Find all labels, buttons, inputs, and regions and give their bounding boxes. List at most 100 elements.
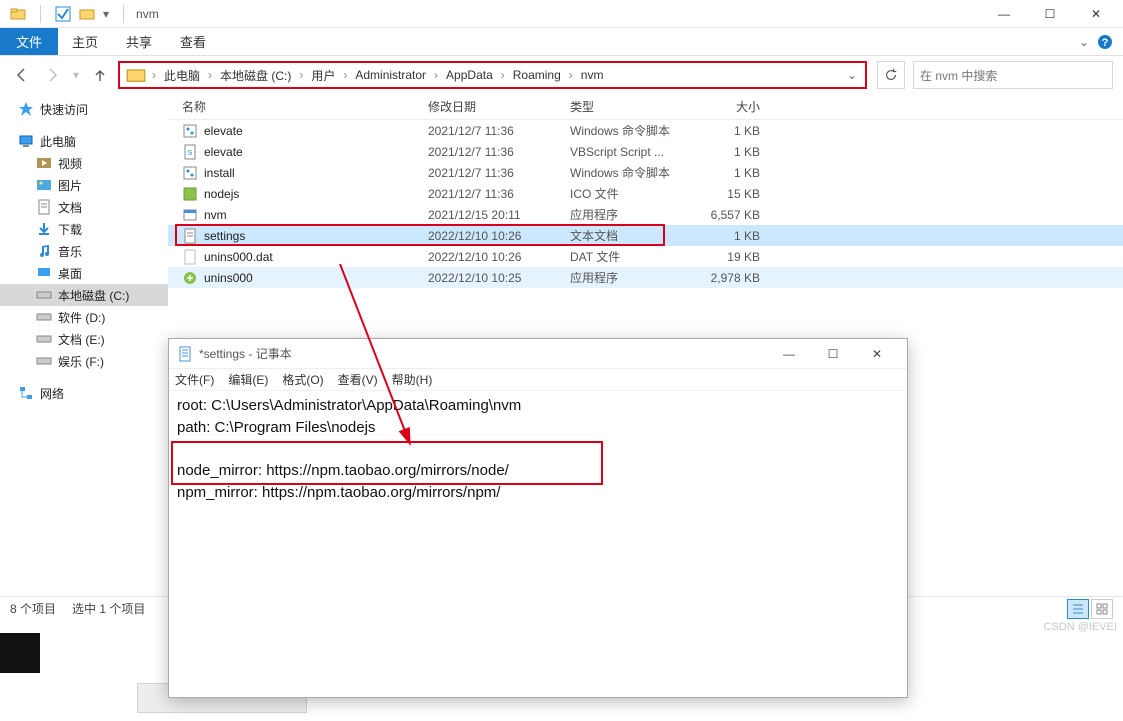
- breadcrumb-seg[interactable]: Roaming: [507, 68, 567, 82]
- col-type[interactable]: 类型: [570, 98, 690, 115]
- file-row[interactable]: nodejs2021/12/7 11:36ICO 文件15 KB: [168, 183, 1123, 204]
- file-date: 2021/12/15 20:11: [428, 208, 570, 222]
- sidebar-network[interactable]: 网络: [0, 382, 168, 404]
- help-icon[interactable]: ?: [1097, 34, 1113, 50]
- up-button[interactable]: [88, 63, 112, 87]
- music-icon: [36, 243, 52, 259]
- network-icon: [18, 385, 34, 401]
- view-icons-button[interactable]: [1091, 599, 1113, 619]
- column-headers[interactable]: 名称 修改日期 类型 大小: [168, 94, 1123, 120]
- menu-format[interactable]: 格式(O): [282, 371, 323, 388]
- file-type: ICO 文件: [570, 185, 690, 202]
- chevron-right-icon[interactable]: ›: [499, 68, 507, 82]
- notepad-close-button[interactable]: ✕: [855, 339, 899, 369]
- col-name[interactable]: 名称: [182, 98, 428, 115]
- notepad-minimize-button[interactable]: —: [767, 339, 811, 369]
- breadcrumb-seg[interactable]: 用户: [305, 67, 341, 84]
- file-date: 2022/12/10 10:25: [428, 271, 570, 285]
- chevron-right-icon[interactable]: ›: [150, 68, 158, 82]
- chevron-right-icon[interactable]: ›: [432, 68, 440, 82]
- chevron-right-icon[interactable]: ›: [567, 68, 575, 82]
- breadcrumb-seg[interactable]: AppData: [440, 68, 499, 82]
- file-row[interactable]: settings2022/12/10 10:26文本文档1 KB: [168, 225, 1123, 246]
- file-date: 2022/12/10 10:26: [428, 229, 570, 243]
- file-row[interactable]: unins0002022/12/10 10:25应用程序2,978 KB: [168, 267, 1123, 288]
- address-bar[interactable]: › 此电脑› 本地磁盘 (C:)› 用户› Administrator› App…: [118, 61, 867, 89]
- notepad-menu: 文件(F) 编辑(E) 格式(O) 查看(V) 帮助(H): [169, 369, 907, 391]
- tab-home[interactable]: 主页: [58, 28, 112, 55]
- file-icon: [182, 186, 198, 202]
- file-row[interactable]: install2021/12/7 11:36Windows 命令脚本1 KB: [168, 162, 1123, 183]
- sidebar-item-label: 本地磁盘 (C:): [58, 287, 129, 304]
- tab-share[interactable]: 共享: [112, 28, 166, 55]
- sidebar-item-label: 下载: [58, 221, 82, 238]
- refresh-button[interactable]: [877, 61, 905, 89]
- address-dropdown-icon[interactable]: ⌄: [841, 68, 863, 82]
- file-row[interactable]: nvm2021/12/15 20:11应用程序6,557 KB: [168, 204, 1123, 225]
- search-placeholder: 在 nvm 中搜索: [920, 67, 997, 84]
- back-button[interactable]: [10, 63, 34, 87]
- sidebar-item-videos[interactable]: 视频: [0, 152, 168, 174]
- sidebar-item-music[interactable]: 音乐: [0, 240, 168, 262]
- menu-view[interactable]: 查看(V): [338, 371, 378, 388]
- sidebar-item-drive-e[interactable]: 文档 (E:): [0, 328, 168, 350]
- sidebar-item-drive-c[interactable]: 本地磁盘 (C:): [0, 284, 168, 306]
- pc-icon: [18, 133, 34, 149]
- close-button[interactable]: ✕: [1073, 0, 1119, 28]
- col-date[interactable]: 修改日期: [428, 98, 570, 115]
- file-icon: [182, 270, 198, 286]
- sidebar-item-drive-d[interactable]: 软件 (D:): [0, 306, 168, 328]
- sidebar-quick-access[interactable]: 快速访问: [0, 98, 168, 120]
- breadcrumb-seg[interactable]: 此电脑: [158, 67, 206, 84]
- breadcrumb-seg[interactable]: Administrator: [349, 68, 432, 82]
- checkbox-icon[interactable]: [55, 6, 71, 22]
- file-tab[interactable]: 文件: [0, 28, 58, 55]
- folder-small-icon[interactable]: [79, 6, 95, 22]
- file-row[interactable]: Selevate2021/12/7 11:36VBScript Script .…: [168, 141, 1123, 162]
- file-row[interactable]: elevate2021/12/7 11:36Windows 命令脚本1 KB: [168, 120, 1123, 141]
- sidebar: 快速访问 此电脑 视频 图片 文档 下载 音乐 桌面 本地磁盘 (C:) 软件 …: [0, 94, 168, 638]
- sidebar-item-downloads[interactable]: 下载: [0, 218, 168, 240]
- minimize-button[interactable]: —: [981, 0, 1027, 28]
- expand-ribbon-icon[interactable]: ⌄: [1079, 35, 1089, 49]
- breadcrumb-seg[interactable]: nvm: [575, 68, 610, 82]
- breadcrumb-seg[interactable]: 本地磁盘 (C:): [214, 67, 297, 84]
- menu-help[interactable]: 帮助(H): [392, 371, 433, 388]
- sidebar-this-pc[interactable]: 此电脑: [0, 130, 168, 152]
- tab-view[interactable]: 查看: [166, 28, 220, 55]
- notepad-text-area[interactable]: root: C:\Users\Administrator\AppData\Roa…: [169, 391, 907, 508]
- sidebar-item-label: 快速访问: [40, 101, 88, 118]
- search-input[interactable]: 在 nvm 中搜索: [913, 61, 1113, 89]
- view-details-button[interactable]: [1067, 599, 1089, 619]
- chevron-right-icon[interactable]: ›: [297, 68, 305, 82]
- sidebar-item-pictures[interactable]: 图片: [0, 174, 168, 196]
- folder-icon: [10, 6, 26, 22]
- qat-dropdown-icon[interactable]: ▾: [103, 7, 109, 21]
- menu-file[interactable]: 文件(F): [175, 371, 214, 388]
- col-size[interactable]: 大小: [690, 98, 760, 115]
- file-date: 2021/12/7 11:36: [428, 187, 570, 201]
- file-icon: [182, 207, 198, 223]
- file-name: unins000: [204, 271, 253, 285]
- file-size: 15 KB: [690, 187, 760, 201]
- file-size: 19 KB: [690, 250, 760, 264]
- file-size: 1 KB: [690, 124, 760, 138]
- file-row[interactable]: unins000.dat2022/12/10 10:26DAT 文件19 KB: [168, 246, 1123, 267]
- sidebar-item-label: 此电脑: [40, 133, 76, 150]
- maximize-button[interactable]: ☐: [1027, 0, 1073, 28]
- file-name: unins000.dat: [204, 250, 273, 264]
- sidebar-item-documents[interactable]: 文档: [0, 196, 168, 218]
- chevron-right-icon[interactable]: ›: [341, 68, 349, 82]
- document-icon: [36, 199, 52, 215]
- picture-icon: [36, 177, 52, 193]
- forward-button[interactable]: [40, 63, 64, 87]
- notepad-titlebar[interactable]: *settings - 记事本 — ☐ ✕: [169, 339, 907, 369]
- sidebar-item-drive-f[interactable]: 娱乐 (F:): [0, 350, 168, 372]
- notepad-maximize-button[interactable]: ☐: [811, 339, 855, 369]
- recent-dropdown[interactable]: ▾: [70, 63, 82, 87]
- sidebar-item-label: 软件 (D:): [58, 309, 105, 326]
- sidebar-item-desktop[interactable]: 桌面: [0, 262, 168, 284]
- chevron-right-icon[interactable]: ›: [206, 68, 214, 82]
- menu-edit[interactable]: 编辑(E): [228, 371, 268, 388]
- file-date: 2021/12/7 11:36: [428, 124, 570, 138]
